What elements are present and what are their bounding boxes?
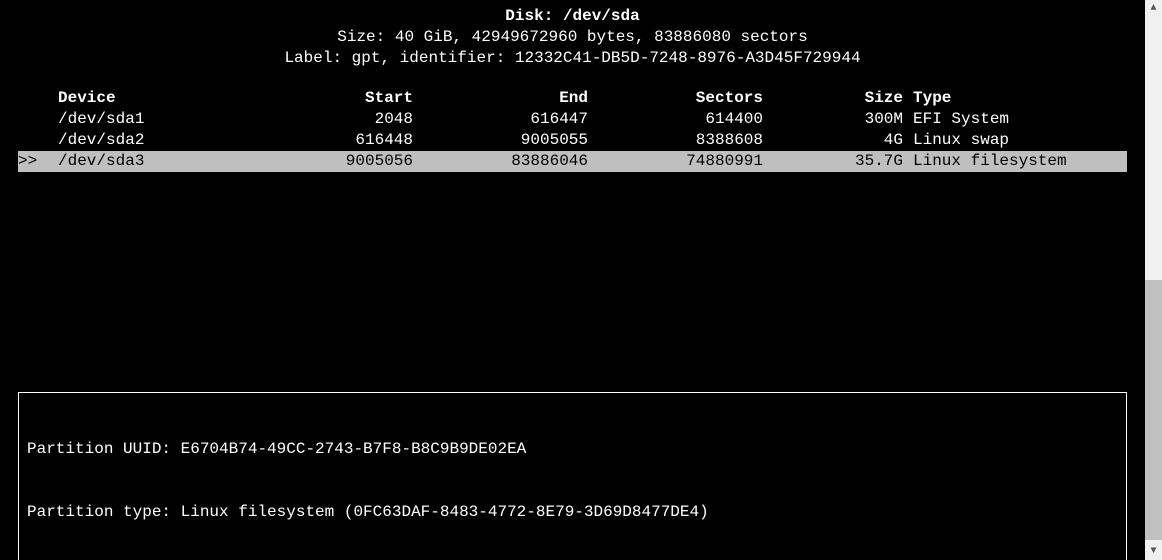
row-sectors: 8388608: [588, 130, 763, 151]
col-type: Type: [903, 88, 1127, 109]
row-type: EFI System: [903, 109, 1127, 130]
row-marker: >>: [18, 151, 58, 172]
terminal-screen: Disk: /dev/sda Size: 40 GiB, 42949672960…: [0, 0, 1145, 560]
scroll-up-arrow[interactable]: ▲: [1145, 0, 1162, 17]
row-sectors: 614400: [588, 109, 763, 130]
disk-size: Size: 40 GiB, 42949672960 bytes, 8388608…: [18, 27, 1127, 48]
col-sectors: Sectors: [588, 88, 763, 109]
partition-info-box: Partition UUID: E6704B74-49CC-2743-B7F8-…: [18, 392, 1127, 560]
row-start: 616448: [268, 130, 413, 151]
row-type: Linux swap: [903, 130, 1127, 151]
disk-title: Disk: /dev/sda: [18, 6, 1127, 27]
row-start: 2048: [268, 109, 413, 130]
scrollbar[interactable]: ▲ ▼: [1145, 0, 1162, 560]
table-row[interactable]: /dev/sda12048616447614400300MEFI System: [18, 109, 1127, 130]
scroll-down-arrow[interactable]: ▼: [1145, 543, 1162, 560]
row-marker: [18, 130, 58, 151]
col-size: Size: [763, 88, 903, 109]
col-device: Device: [58, 88, 268, 109]
row-sectors: 74880991: [588, 151, 763, 172]
row-size: 35.7G: [763, 151, 903, 172]
table-row[interactable]: /dev/sda2616448900505583886084GLinux swa…: [18, 130, 1127, 151]
partition-table: Device Start End Sectors Size Type /dev/…: [18, 88, 1127, 172]
col-marker: [18, 88, 58, 109]
table-header: Device Start End Sectors Size Type: [18, 88, 1127, 109]
partition-uuid: Partition UUID: E6704B74-49CC-2743-B7F8-…: [27, 439, 1118, 460]
row-device: /dev/sda3: [58, 151, 268, 172]
row-size: 4G: [763, 130, 903, 151]
col-end: End: [413, 88, 588, 109]
row-end: 616447: [413, 109, 588, 130]
row-device: /dev/sda2: [58, 130, 268, 151]
row-size: 300M: [763, 109, 903, 130]
scrollbar-thumb[interactable]: [1145, 280, 1162, 540]
table-row[interactable]: >>/dev/sda39005056838860467488099135.7GL…: [18, 151, 1127, 172]
row-device: /dev/sda1: [58, 109, 268, 130]
disk-label: Label: gpt, identifier: 12332C41-DB5D-72…: [18, 48, 1127, 69]
row-type: Linux filesystem: [903, 151, 1127, 172]
row-marker: [18, 109, 58, 130]
partition-type: Partition type: Linux filesystem (0FC63D…: [27, 502, 1118, 523]
col-start: Start: [268, 88, 413, 109]
row-end: 9005055: [413, 130, 588, 151]
row-start: 9005056: [268, 151, 413, 172]
row-end: 83886046: [413, 151, 588, 172]
